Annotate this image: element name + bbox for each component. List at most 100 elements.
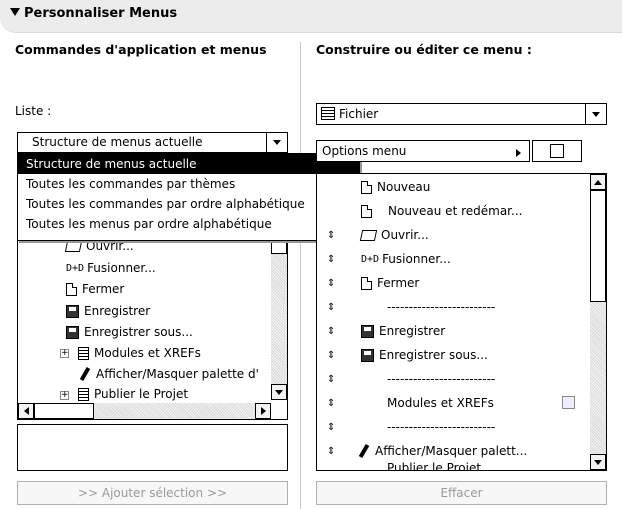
description-box bbox=[17, 424, 288, 471]
reorder-icon[interactable]: ⇕ bbox=[327, 231, 335, 241]
reorder-icon[interactable]: ⇕ bbox=[327, 327, 335, 337]
panel-header[interactable]: Personnaliser Menus bbox=[0, 0, 622, 33]
arrow-left-icon bbox=[23, 407, 29, 415]
menu-item[interactable]: Publier le Projet bbox=[387, 461, 481, 471]
tree-item[interactable]: Publier le Projet bbox=[78, 384, 188, 404]
add-selection-button[interactable]: >> Ajouter sélection >> bbox=[17, 481, 288, 505]
reorder-icon[interactable]: ⇕ bbox=[327, 423, 335, 433]
tree-item-label: Afficher/Masquer palette d' bbox=[96, 367, 259, 381]
pen-icon bbox=[79, 366, 91, 382]
dropdown-option[interactable]: Structure de menus actuelle bbox=[18, 154, 359, 174]
menu-item[interactable]: Nouveau et redémar... bbox=[361, 201, 522, 221]
collapse-triangle-icon[interactable] bbox=[10, 8, 20, 16]
menu-scroll-up[interactable] bbox=[590, 174, 606, 190]
tree-scroll-down[interactable] bbox=[271, 384, 287, 400]
new-restart-icon bbox=[361, 204, 372, 218]
menu-item[interactable]: Fermer bbox=[361, 273, 419, 293]
expand-plus-icon[interactable]: + bbox=[60, 349, 69, 358]
menu-item[interactable]: Enregistrer bbox=[361, 321, 445, 341]
menu-item-label: ------------------------- bbox=[387, 420, 496, 434]
save-icon bbox=[66, 304, 79, 318]
close-doc-icon bbox=[66, 282, 77, 296]
list-select[interactable]: Structure de menus actuelle bbox=[17, 132, 288, 153]
right-heading: Construire ou éditer ce menu : bbox=[316, 42, 532, 57]
options-menu-label: Options menu bbox=[322, 144, 407, 158]
pen-icon bbox=[358, 443, 370, 459]
menu-item-label: Afficher/Masquer palett... bbox=[375, 444, 528, 458]
reorder-icon[interactable]: ⇕ bbox=[327, 303, 335, 313]
tree-item[interactable]: Afficher/Masquer palette d' bbox=[78, 364, 259, 384]
menu-select-arrow[interactable] bbox=[585, 104, 606, 124]
menu-item[interactable]: D+D Fusionner... bbox=[361, 249, 451, 269]
expand-plus-icon[interactable]: + bbox=[60, 391, 69, 400]
export-button[interactable] bbox=[532, 140, 582, 162]
menu-item[interactable]: Enregistrer sous... bbox=[361, 345, 488, 365]
new-doc-icon bbox=[361, 180, 372, 194]
list-doc-icon bbox=[78, 387, 89, 401]
menu-item-label: Nouveau et redémar... bbox=[388, 204, 523, 218]
dropdown-option[interactable]: Toutes les commandes par thèmes bbox=[18, 174, 359, 194]
menu-select-value: Fichier bbox=[339, 107, 379, 121]
tree-hscroll-track[interactable] bbox=[94, 403, 255, 419]
reorder-icon[interactable]: ⇕ bbox=[327, 279, 335, 289]
save-as-icon bbox=[66, 325, 79, 339]
menu-item-label: Nouveau bbox=[377, 180, 431, 194]
tree-item-label: Fusionner... bbox=[87, 261, 156, 275]
menu-scroll-down[interactable] bbox=[590, 454, 606, 470]
arrow-up-icon bbox=[594, 179, 602, 185]
reorder-icon[interactable]: ⇕ bbox=[327, 255, 335, 265]
menu-items-list[interactable]: Nouveau Nouveau et redémar... ⇕ Ouvrir..… bbox=[316, 173, 607, 471]
menu-item-label: Publier le Projet bbox=[387, 461, 482, 471]
menu-item[interactable]: Modules et XREFs bbox=[387, 393, 494, 413]
list-doc-icon bbox=[78, 346, 89, 360]
clear-button[interactable]: Effacer bbox=[316, 481, 607, 505]
left-heading: Commandes d'application et menus bbox=[15, 42, 267, 57]
list-label: Liste : bbox=[15, 104, 52, 118]
menu-vscroll-thumb[interactable] bbox=[590, 190, 606, 302]
save-icon bbox=[361, 324, 374, 338]
folder-open-icon bbox=[64, 240, 83, 252]
menu-select[interactable]: Fichier bbox=[316, 103, 607, 125]
chevron-down-icon bbox=[592, 111, 600, 117]
tree-item-label: Fermer bbox=[82, 282, 125, 296]
tree-item[interactable]: D+D Fusionner... bbox=[66, 258, 156, 278]
menu-item-label: Enregistrer sous... bbox=[379, 348, 488, 362]
tree-item[interactable]: Fermer bbox=[66, 279, 124, 299]
menu-item-label: ------------------------- bbox=[387, 372, 496, 386]
menu-vscroll-track[interactable] bbox=[590, 302, 606, 454]
reorder-icon[interactable]: ⇕ bbox=[327, 399, 335, 409]
submenu-icon bbox=[562, 396, 575, 409]
tree-hscroll-thumb[interactable] bbox=[34, 403, 94, 419]
menu-item-label: Modules et XREFs bbox=[387, 396, 494, 410]
panel-title: Personnaliser Menus bbox=[24, 6, 178, 21]
tree-item[interactable]: Enregistrer sous... bbox=[66, 322, 193, 342]
list-select-value: Structure de menus actuelle bbox=[32, 135, 203, 149]
list-select-arrow[interactable] bbox=[266, 133, 287, 152]
dropdown-option[interactable]: Toutes les menus par ordre alphabétique bbox=[18, 214, 359, 234]
menu-separator[interactable]: ------------------------- bbox=[387, 417, 495, 437]
menu-item-label: Enregistrer bbox=[379, 324, 446, 338]
tree-item[interactable]: Modules et XREFs bbox=[78, 343, 201, 363]
menu-item[interactable]: Afficher/Masquer palett... bbox=[357, 441, 527, 461]
reorder-icon[interactable]: ⇕ bbox=[327, 447, 335, 457]
list-dropdown-menu[interactable]: Structure de menus actuelle Toutes les c… bbox=[17, 153, 360, 241]
menu-item-label: Ouvrir... bbox=[381, 228, 429, 242]
reorder-icon[interactable]: ⇕ bbox=[327, 351, 335, 361]
menu-separator[interactable]: ------------------------- bbox=[387, 369, 495, 389]
tree-item-label: Enregistrer sous... bbox=[84, 325, 193, 339]
menu-tree-icon bbox=[321, 107, 335, 120]
tree-scroll-right[interactable] bbox=[255, 403, 271, 419]
menu-item-label: ------------------------- bbox=[387, 300, 496, 314]
menu-item[interactable]: Nouveau bbox=[361, 177, 430, 197]
dropdown-option[interactable]: Toutes les commandes par ordre alphabéti… bbox=[18, 194, 359, 214]
arrow-down-icon bbox=[594, 459, 602, 465]
reorder-icon[interactable]: ⇕ bbox=[327, 375, 335, 385]
options-menu-button[interactable]: Options menu bbox=[316, 140, 530, 162]
menu-item-label: Fermer bbox=[377, 276, 420, 290]
menu-separator[interactable]: ------------------------- bbox=[387, 297, 495, 317]
save-as-icon bbox=[361, 348, 374, 362]
tree-scroll-left[interactable] bbox=[18, 403, 34, 419]
menu-item[interactable]: Ouvrir... bbox=[359, 225, 429, 245]
tree-item[interactable]: Enregistrer bbox=[66, 301, 150, 321]
merge-icon: D+D bbox=[66, 262, 85, 274]
